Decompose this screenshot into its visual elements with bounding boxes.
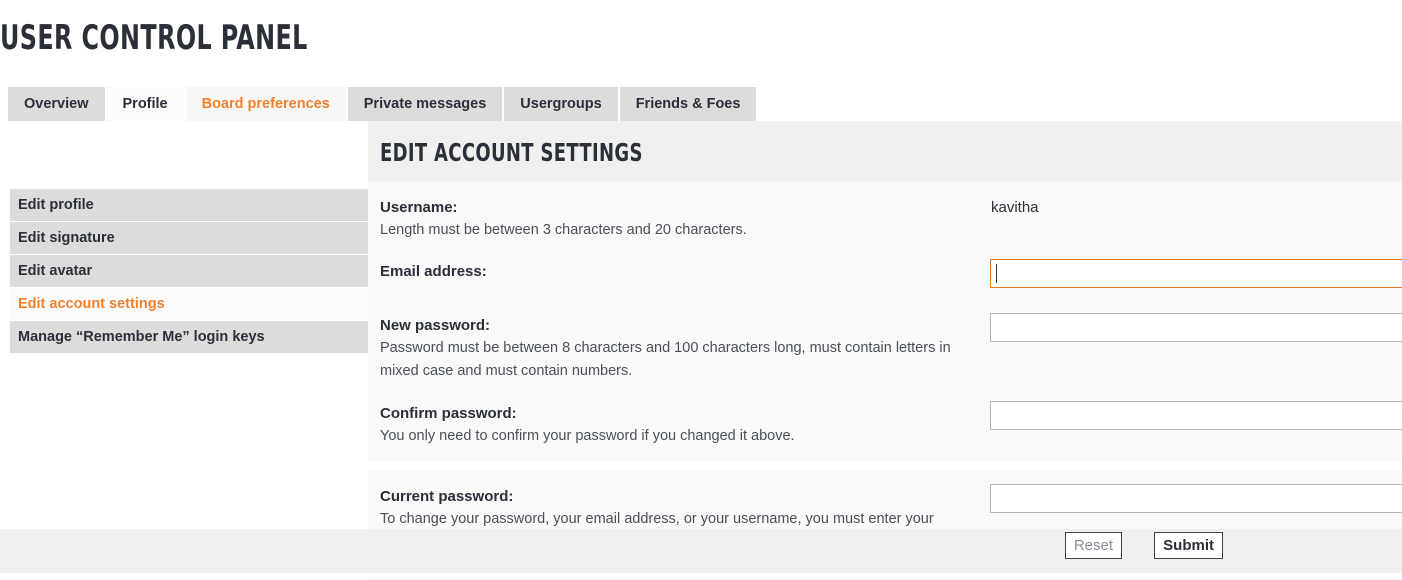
new-password-hint: Password must be between 8 characters an… bbox=[380, 340, 951, 379]
tab-label: Usergroups bbox=[520, 95, 602, 112]
confirm-password-label: Confirm password: bbox=[380, 405, 517, 422]
field-row-confirm-password: Confirm password: You only need to confi… bbox=[368, 397, 1402, 449]
email-input[interactable] bbox=[990, 259, 1402, 288]
current-password-input[interactable] bbox=[990, 484, 1402, 513]
page-footer-edge bbox=[0, 573, 1402, 577]
ucp-sidebar: Edit profile Edit signature Edit avatar … bbox=[10, 189, 368, 354]
email-label-block: Email address: bbox=[380, 261, 980, 283]
sidebar-item-manage-remember-me[interactable]: Manage “Remember Me” login keys bbox=[10, 321, 368, 354]
page-title: USER CONTROL PANEL bbox=[0, 18, 308, 58]
field-row-new-password: New password: Password must be between 8… bbox=[368, 309, 1402, 397]
field-row-username: Username: Length must be between 3 chara… bbox=[368, 191, 1402, 255]
username-label-block: Username: Length must be between 3 chara… bbox=[380, 197, 980, 242]
username-hint: Length must be between 3 characters and … bbox=[380, 222, 747, 238]
tab-label: Board preferences bbox=[201, 95, 330, 112]
field-row-email: Email address: bbox=[368, 255, 1402, 309]
sidebar-item-label: Manage “Remember Me” login keys bbox=[18, 329, 265, 345]
submit-button[interactable]: Submit bbox=[1154, 532, 1223, 559]
panel-heading: EDIT ACCOUNT SETTINGS bbox=[380, 138, 643, 167]
tab-usergroups[interactable]: Usergroups bbox=[504, 87, 618, 121]
sidebar-footer-spacer bbox=[0, 529, 368, 569]
ucp-tab-bar: Overview Profile Board preferences Priva… bbox=[8, 87, 758, 121]
new-password-input[interactable] bbox=[990, 313, 1402, 342]
tab-board-preferences[interactable]: Board preferences bbox=[185, 87, 346, 121]
tab-overview[interactable]: Overview bbox=[8, 87, 105, 121]
username-label: Username: bbox=[380, 199, 458, 216]
tab-private-messages[interactable]: Private messages bbox=[347, 87, 503, 121]
sidebar-item-edit-profile[interactable]: Edit profile bbox=[10, 189, 368, 222]
panel-header: EDIT ACCOUNT SETTINGS bbox=[368, 121, 1402, 181]
page-footer-band bbox=[0, 565, 1402, 573]
fieldset-account: Username: Length must be between 3 chara… bbox=[368, 181, 1402, 461]
tab-profile[interactable]: Profile bbox=[106, 87, 184, 121]
username-value: kavitha bbox=[991, 199, 1039, 216]
sidebar-item-label: Edit profile bbox=[18, 197, 94, 213]
tab-label: Profile bbox=[122, 95, 168, 112]
new-password-label: New password: bbox=[380, 317, 491, 334]
sidebar-item-label: Edit avatar bbox=[18, 263, 93, 279]
tab-label: Private messages bbox=[363, 95, 487, 112]
confirm-password-hint: You only need to confirm your password i… bbox=[380, 428, 795, 444]
confirm-password-input[interactable] bbox=[990, 401, 1402, 430]
confirm-password-label-block: Confirm password: You only need to confi… bbox=[380, 403, 980, 448]
tab-label: Friends & Foes bbox=[635, 95, 741, 112]
form-button-bar: Reset Submit bbox=[368, 529, 1402, 565]
account-settings-form: Username: Length must be between 3 chara… bbox=[368, 181, 1402, 580]
tab-label: Overview bbox=[24, 95, 89, 112]
new-password-label-block: New password: Password must be between 8… bbox=[380, 315, 980, 383]
email-label: Email address: bbox=[380, 263, 487, 280]
text-cursor-icon bbox=[996, 264, 997, 283]
sidebar-item-edit-signature[interactable]: Edit signature bbox=[10, 222, 368, 255]
sidebar-top-spacer bbox=[0, 121, 368, 185]
tab-friends-and-foes[interactable]: Friends & Foes bbox=[619, 87, 757, 121]
current-password-label: Current password: bbox=[380, 488, 514, 505]
sidebar-item-edit-avatar[interactable]: Edit avatar bbox=[10, 255, 368, 288]
reset-button[interactable]: Reset bbox=[1064, 532, 1122, 559]
sidebar-item-edit-account-settings[interactable]: Edit account settings bbox=[10, 288, 368, 321]
sidebar-item-label: Edit signature bbox=[18, 230, 115, 246]
sidebar-item-label: Edit account settings bbox=[18, 296, 165, 312]
